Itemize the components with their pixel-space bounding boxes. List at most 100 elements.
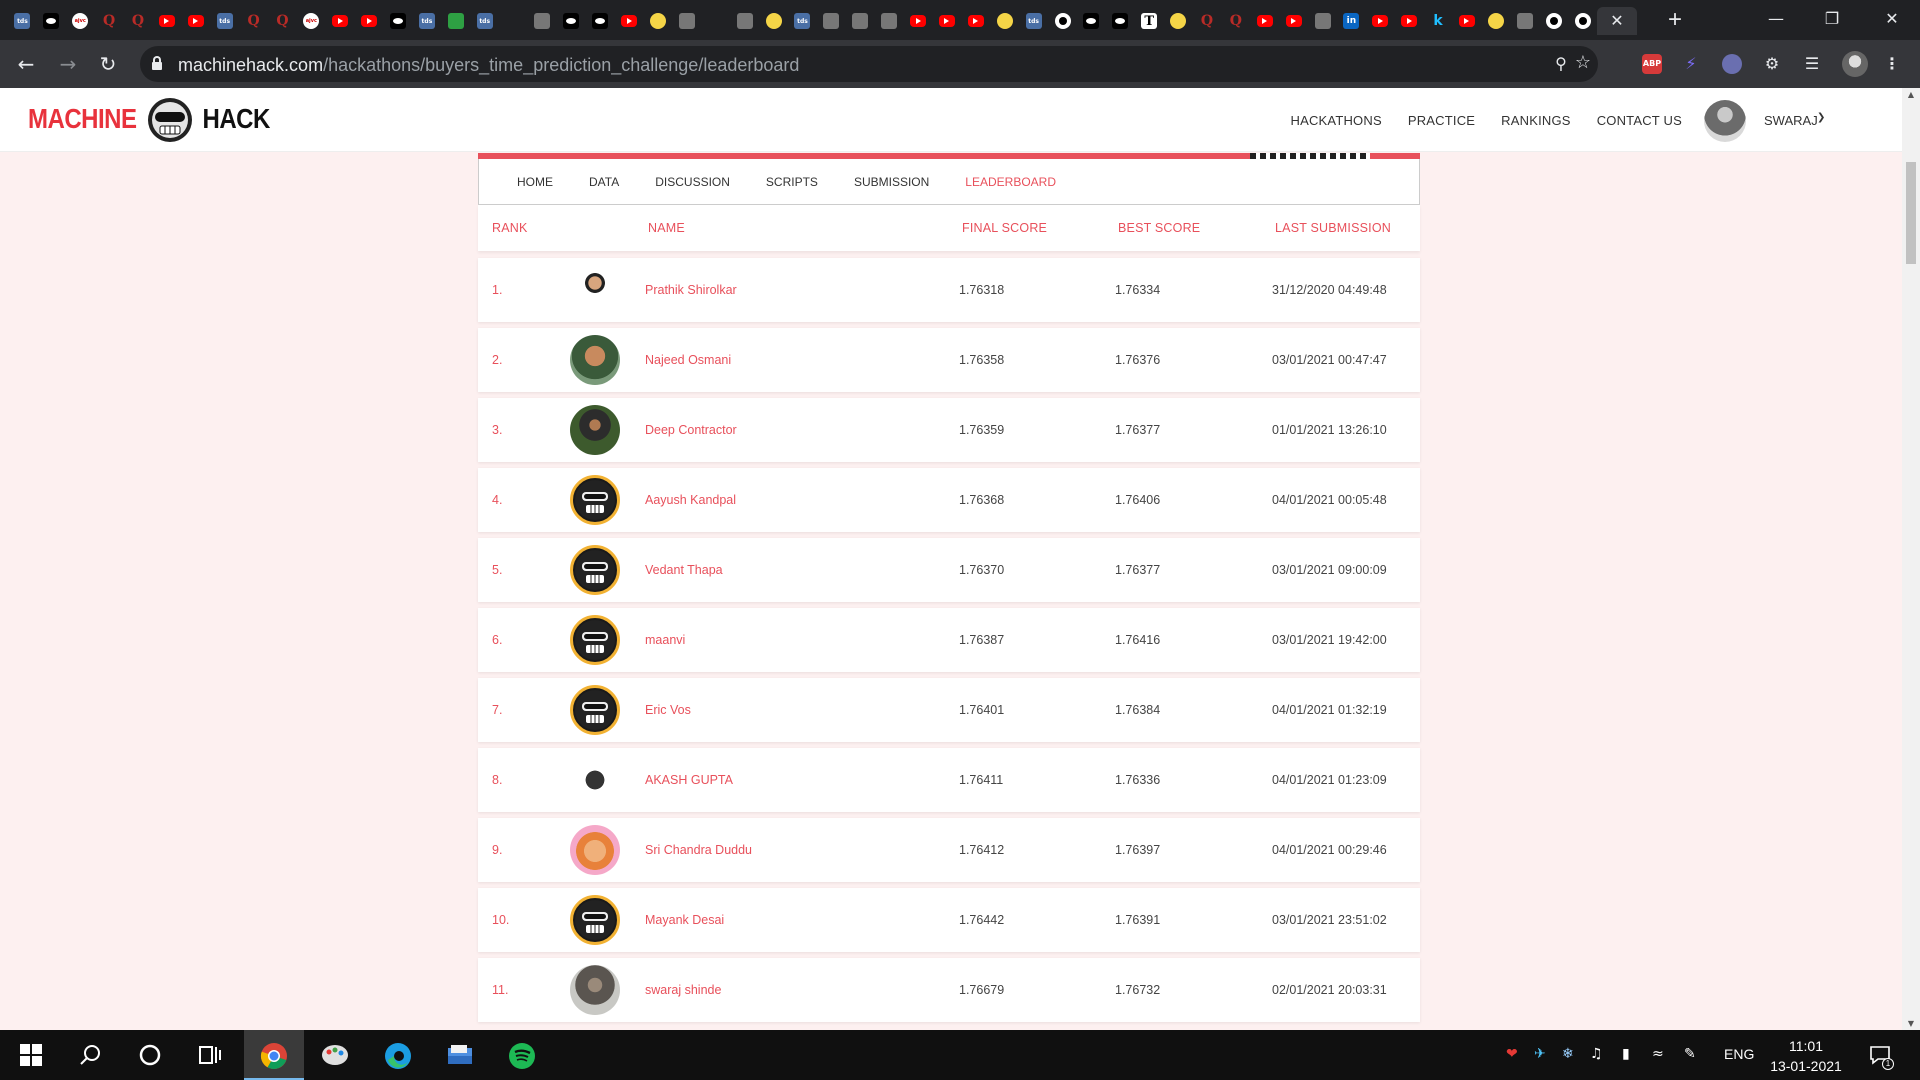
browser-tab[interactable] xyxy=(1453,7,1482,35)
browser-tab[interactable] xyxy=(441,7,470,35)
default-robot-avatar-icon[interactable] xyxy=(570,895,620,945)
default-robot-avatar-icon[interactable] xyxy=(570,685,620,735)
leaderboard-row[interactable]: 3. Deep Contractor 1.76359 1.76377 01/01/202… xyxy=(478,398,1420,462)
participant-avatar[interactable] xyxy=(570,335,620,385)
browser-tab[interactable]: Q xyxy=(1193,7,1222,35)
snowflake-tray-icon[interactable]: ❄ xyxy=(1562,1046,1574,1062)
participant-avatar[interactable] xyxy=(570,755,620,805)
tab-scripts[interactable]: SCRIPTS xyxy=(766,175,818,189)
default-robot-avatar-icon[interactable] xyxy=(570,545,620,595)
default-robot-avatar-icon[interactable] xyxy=(570,615,620,665)
back-button[interactable]: ← xyxy=(12,50,40,78)
url-text[interactable]: machinehack.com/hackathons/buyers_time_p… xyxy=(178,55,799,76)
browser-tab[interactable] xyxy=(904,7,933,35)
volume-icon[interactable]: ♫ xyxy=(1590,1046,1603,1062)
nav-practice[interactable]: PRACTICE xyxy=(1408,113,1475,128)
browser-tab[interactable]: T xyxy=(1135,7,1164,35)
browser-tab[interactable] xyxy=(672,7,701,35)
browser-tab[interactable]: tds xyxy=(8,7,37,35)
participant-name-link[interactable]: Sri Chandra Duddu xyxy=(645,843,752,857)
active-browser-tab[interactable]: ✕ xyxy=(1596,7,1637,35)
default-robot-avatar-icon[interactable] xyxy=(570,475,620,525)
tab-submission[interactable]: SUBMISSION xyxy=(854,175,929,189)
language-indicator[interactable]: ENG xyxy=(1724,1046,1754,1062)
bluetooth-tray-icon[interactable]: ✈ xyxy=(1534,1046,1546,1062)
browser-tab[interactable] xyxy=(499,7,528,35)
browser-tab[interactable] xyxy=(615,7,644,35)
search-icon[interactable] xyxy=(78,1042,104,1068)
file-explorer-icon[interactable] xyxy=(446,1042,474,1068)
browser-tab[interactable] xyxy=(1481,7,1510,35)
chrome-menu-icon[interactable]: ⋮ xyxy=(1882,54,1902,74)
leaderboard-row[interactable]: 11. swaraj shinde 1.76679 1.76732 02/01/2021… xyxy=(478,958,1420,1022)
browser-tab[interactable]: tds xyxy=(788,7,817,35)
participant-name-link[interactable]: AKASH GUPTA xyxy=(645,773,733,787)
participant-avatar[interactable] xyxy=(570,825,620,875)
browser-tab[interactable] xyxy=(990,7,1019,35)
browser-tab[interactable]: Q xyxy=(268,7,297,35)
browser-tab[interactable] xyxy=(1510,7,1539,35)
participant-name-link[interactable]: Eric Vos xyxy=(645,703,691,717)
browser-tab[interactable] xyxy=(1106,7,1135,35)
browser-tab[interactable] xyxy=(557,7,586,35)
leaderboard-row[interactable]: 7. Eric Vos 1.76401 1.76384 04/01/2021 01:32… xyxy=(478,678,1420,742)
participant-avatar[interactable] xyxy=(570,265,620,315)
leaderboard-row[interactable]: 8. AKASH GUPTA 1.76411 1.76336 04/01/2021 01… xyxy=(478,748,1420,812)
zoom-icon[interactable]: ⚲ xyxy=(1551,54,1571,74)
tab-data[interactable]: DATA xyxy=(589,175,619,189)
participant-name-link[interactable]: Mayank Desai xyxy=(645,913,724,927)
browser-tab[interactable]: tds xyxy=(210,7,239,35)
pen-icon[interactable]: ✎ xyxy=(1684,1046,1696,1062)
browser-tab[interactable] xyxy=(1308,7,1337,35)
browser-tab[interactable]: in xyxy=(1337,7,1366,35)
spotify-icon[interactable] xyxy=(508,1042,536,1070)
restore-button[interactable]: ❐ xyxy=(1804,0,1860,40)
browser-tab[interactable]: tds xyxy=(1019,7,1048,35)
browser-tab[interactable] xyxy=(355,7,384,35)
paint-icon[interactable] xyxy=(320,1042,350,1068)
clock-time[interactable]: 11:01 xyxy=(1770,1038,1842,1054)
leaderboard-row[interactable]: 9. Sri Chandra Duddu 1.76412 1.76397 04/01/2… xyxy=(478,818,1420,882)
participant-avatar[interactable] xyxy=(570,405,620,455)
user-avatar[interactable] xyxy=(1704,100,1746,142)
browser-tab[interactable]: tds xyxy=(412,7,441,35)
browser-tab[interactable] xyxy=(1250,7,1279,35)
leaderboard-row[interactable]: 6. maanvi 1.76387 1.76416 03/01/2021 19:42:0… xyxy=(478,608,1420,672)
browser-tab[interactable] xyxy=(846,7,875,35)
participant-name-link[interactable]: Najeed Osmani xyxy=(645,353,731,367)
leaderboard-row[interactable]: 5. Vedant Thapa 1.76370 1.76377 03/01/2021 0… xyxy=(478,538,1420,602)
reload-button[interactable]: ↻ xyxy=(94,50,122,78)
browser-tab[interactable] xyxy=(152,7,181,35)
browser-tab[interactable]: k xyxy=(1424,7,1453,35)
extensions-puzzle-icon[interactable]: ⚙ xyxy=(1762,54,1782,74)
browser-tab[interactable]: Q xyxy=(124,7,153,35)
participant-name-link[interactable]: Prathik Shirolkar xyxy=(645,283,737,297)
browser-tab[interactable] xyxy=(875,7,904,35)
browser-tab[interactable] xyxy=(384,7,413,35)
browser-tab[interactable] xyxy=(181,7,210,35)
glasses-extension-icon[interactable] xyxy=(1722,54,1742,74)
tab-home[interactable]: HOME xyxy=(517,175,553,189)
lightning-extension-icon[interactable]: ⚡ xyxy=(1681,54,1701,74)
browser-tab[interactable] xyxy=(1164,7,1193,35)
profile-avatar-icon[interactable] xyxy=(1842,51,1868,77)
new-tab-button[interactable]: + xyxy=(1660,6,1690,34)
scroll-thumb[interactable] xyxy=(1906,162,1916,264)
minimize-button[interactable]: — xyxy=(1748,0,1804,40)
close-window-button[interactable]: ✕ xyxy=(1864,0,1920,40)
browser-tab[interactable] xyxy=(1279,7,1308,35)
participant-name-link[interactable]: Aayush Kandpal xyxy=(645,493,736,507)
browser-tab[interactable] xyxy=(326,7,355,35)
participant-name-link[interactable]: Vedant Thapa xyxy=(645,563,723,577)
browser-tab[interactable] xyxy=(701,7,730,35)
participant-name-link[interactable]: Deep Contractor xyxy=(645,423,737,437)
address-bar[interactable]: machinehack.com/hackathons/buyers_time_p… xyxy=(140,46,1598,82)
wifi-vpn-tray-icon[interactable]: ❤ xyxy=(1506,1046,1518,1062)
browser-tab[interactable] xyxy=(586,7,615,35)
windows-start-icon[interactable] xyxy=(18,1042,44,1068)
browser-tab[interactable] xyxy=(1395,7,1424,35)
close-tab-icon[interactable]: ✕ xyxy=(1610,11,1623,31)
browser-tab[interactable] xyxy=(1077,7,1106,35)
participant-name-link[interactable]: swaraj shinde xyxy=(645,983,721,997)
browser-tab[interactable]: ajvc xyxy=(66,7,95,35)
